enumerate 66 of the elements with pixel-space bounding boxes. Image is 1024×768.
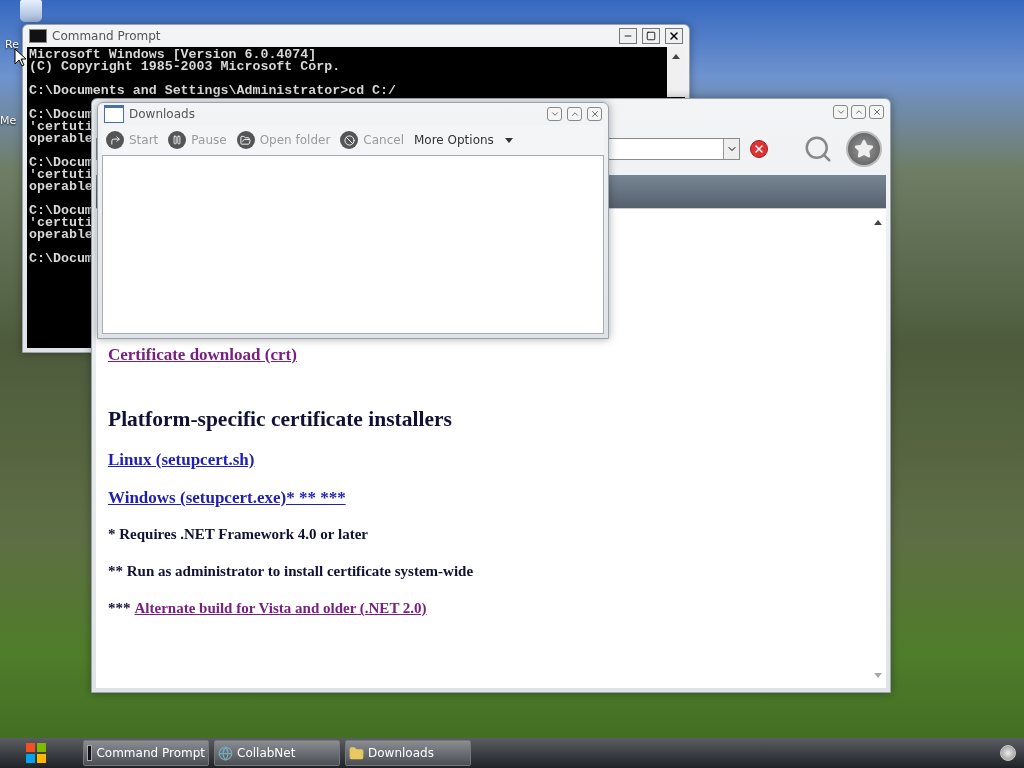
console-icon [87,745,93,761]
taskbar-button[interactable]: CollabNet [214,740,340,766]
tray-button[interactable] [1000,745,1016,761]
console-line: Microsoft Windows [Version 6.0.4074] [29,49,317,61]
cancel-icon [340,131,359,149]
close-button[interactable] [665,28,683,44]
console-line: 'certuti [29,217,93,229]
scroll-up-icon[interactable] [672,53,680,59]
maximize-icon [646,31,656,41]
taskbar-button[interactable]: Command Prompt [83,740,209,766]
more-options-menu[interactable]: More Options [414,133,513,147]
desktop-icon-label[interactable]: Me [0,114,17,127]
console-line: C:\Docum [29,253,93,265]
pause-icon [168,131,187,149]
stop-button[interactable] [750,140,768,158]
console-line: operable [29,133,93,145]
maximize-button[interactable] [851,105,866,119]
maximize-icon [853,107,864,117]
footnote: ** Run as administrator to install certificate system-wide [108,563,475,580]
console-line: 'certuti [29,121,93,133]
folder-icon [236,131,255,149]
minimize-button[interactable] [833,105,848,119]
minimize-button[interactable] [547,107,562,121]
minimize-icon [835,107,846,117]
desktop-icon-label[interactable]: Re [5,38,19,51]
console-line: C:\Docum [29,157,93,169]
note-marker: *** [108,600,131,617]
minimize-button[interactable] [619,28,637,44]
folder-icon [349,745,364,761]
taskbar-button[interactable]: Downloads [345,740,471,766]
link[interactable]: Linux (setupcert.sh) [108,450,255,470]
close-icon [589,109,600,119]
console-line: 'certuti [29,169,93,181]
console-line: C:\Documents and Settings\Administrator>cd C:/ [29,85,397,97]
close-icon [871,107,882,117]
favorites-button[interactable] [846,131,882,167]
globe-icon [218,745,233,761]
maximize-button[interactable] [642,28,660,44]
window-title: Downloads [129,107,196,121]
window-icon [104,105,124,123]
console-line: operable [29,181,93,193]
star-icon [854,139,874,159]
console-line: C:\Docum [29,109,93,121]
recycle-bin-icon[interactable] [20,0,42,22]
search-icon [803,134,833,164]
dropdown-button[interactable] [723,139,739,159]
windows-logo-icon [25,742,47,764]
scroll-up-icon[interactable] [874,219,882,225]
heading: Platform-specific certificate installers [108,407,453,432]
scroll-down-icon[interactable] [874,672,882,678]
link[interactable]: Certificate download (crt) [108,345,297,365]
close-icon [668,30,680,42]
link[interactable]: Alternate build for Vista and older (.NET 2.0) [134,600,427,617]
maximize-icon [569,109,580,119]
link[interactable]: Windows (setupcert.exe)* ** *** [108,488,346,508]
caret-icon [504,137,513,143]
scrollbar[interactable] [667,47,685,97]
console-line: operable [29,229,93,241]
console-line: (C) Copyright 1985-2003 Microsoft Corp. [29,61,341,73]
minimize-icon [549,109,560,119]
window-title: Command Prompt [52,29,162,43]
console-icon [29,29,47,43]
maximize-button[interactable] [567,107,582,121]
close-icon [753,143,765,155]
footnote: * Requires .NET Framework 4.0 or later [108,526,369,543]
console-line: C:\Docum [29,205,93,217]
